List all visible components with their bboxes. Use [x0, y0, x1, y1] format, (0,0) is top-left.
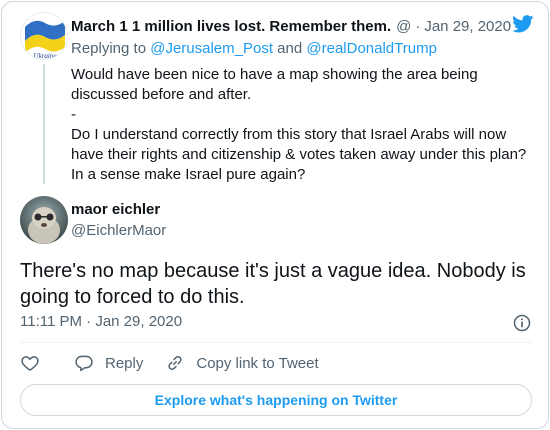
copy-link-label: Copy link to Tweet [196, 354, 319, 372]
profile-photo-icon [20, 196, 68, 244]
parent-tweet-text: Would have been nice to have a map showi… [71, 65, 541, 185]
copy-link-button[interactable]: Copy link to Tweet [165, 353, 319, 373]
reply-text-line: There's no map because it's just a vague… [20, 260, 526, 282]
parent-text-line: discussed before and after. [71, 86, 252, 103]
tweet-embed-card: Ukraine March 1 1 million lives lost. Re… [1, 1, 549, 429]
replying-to-line: Replying to @Jerusalem_Post and @realDon… [71, 40, 437, 57]
parent-text-line: In a sense make Israel pure again? [71, 166, 306, 183]
parent-text-line: have their rights and citizenship & vote… [71, 146, 527, 163]
explore-twitter-button[interactable]: Explore what's happening on Twitter [20, 384, 532, 416]
thread-connector-line [43, 64, 45, 184]
replying-and: and [277, 40, 303, 57]
reply-avatar[interactable] [20, 196, 68, 244]
info-icon[interactable] [512, 313, 532, 333]
timestamp-separator: · [86, 313, 92, 330]
heart-icon [21, 356, 39, 371]
speech-bubble-icon [75, 355, 93, 372]
mention-realdonaldtrump[interactable]: @realDonaldTrump [306, 40, 437, 57]
parent-text-line: Would have been nice to have a map showi… [71, 66, 478, 83]
like-button[interactable] [20, 353, 40, 373]
parent-handle[interactable]: @ [396, 18, 411, 35]
reply-handle[interactable]: @EichlerMaor [71, 222, 166, 239]
parent-text-line: - [71, 106, 76, 123]
parent-display-name[interactable]: March 1 1 million lives lost. Remember t… [71, 18, 391, 35]
parent-avatar[interactable]: Ukraine [20, 12, 68, 60]
reply-tweet-text: There's no map because it's just a vague… [20, 258, 540, 310]
twitter-bird-icon[interactable] [512, 15, 534, 33]
mention-jerusalem-post[interactable]: @Jerusalem_Post [150, 40, 273, 57]
reply-display-name[interactable]: maor eichler [71, 201, 160, 218]
reply-button[interactable]: Reply [74, 353, 143, 373]
parent-text-line: Do I understand correctly from this stor… [71, 126, 507, 143]
replying-prefix: Replying to [71, 40, 147, 57]
parent-header: March 1 1 million lives lost. Remember t… [71, 16, 511, 36]
tweet-date: Jan 29, 2020 [95, 313, 183, 330]
header-separator: · [415, 17, 421, 35]
tweet-time: 11:11 PM [20, 313, 82, 330]
link-icon [168, 356, 182, 370]
actions-divider [20, 342, 532, 343]
avatar-logo-text: Ukraine [34, 52, 57, 60]
ukraine-flag-avatar-icon: Ukraine [21, 13, 67, 60]
reply-text-line: going to forced to do this. [20, 286, 245, 308]
tweet-actions: Reply Copy link to Tweet [20, 352, 319, 374]
parent-date[interactable]: Jan 29, 2020 [424, 18, 511, 35]
tweet-timestamp[interactable]: 11:11 PM · Jan 29, 2020 [20, 313, 182, 330]
reply-label: Reply [105, 354, 144, 372]
